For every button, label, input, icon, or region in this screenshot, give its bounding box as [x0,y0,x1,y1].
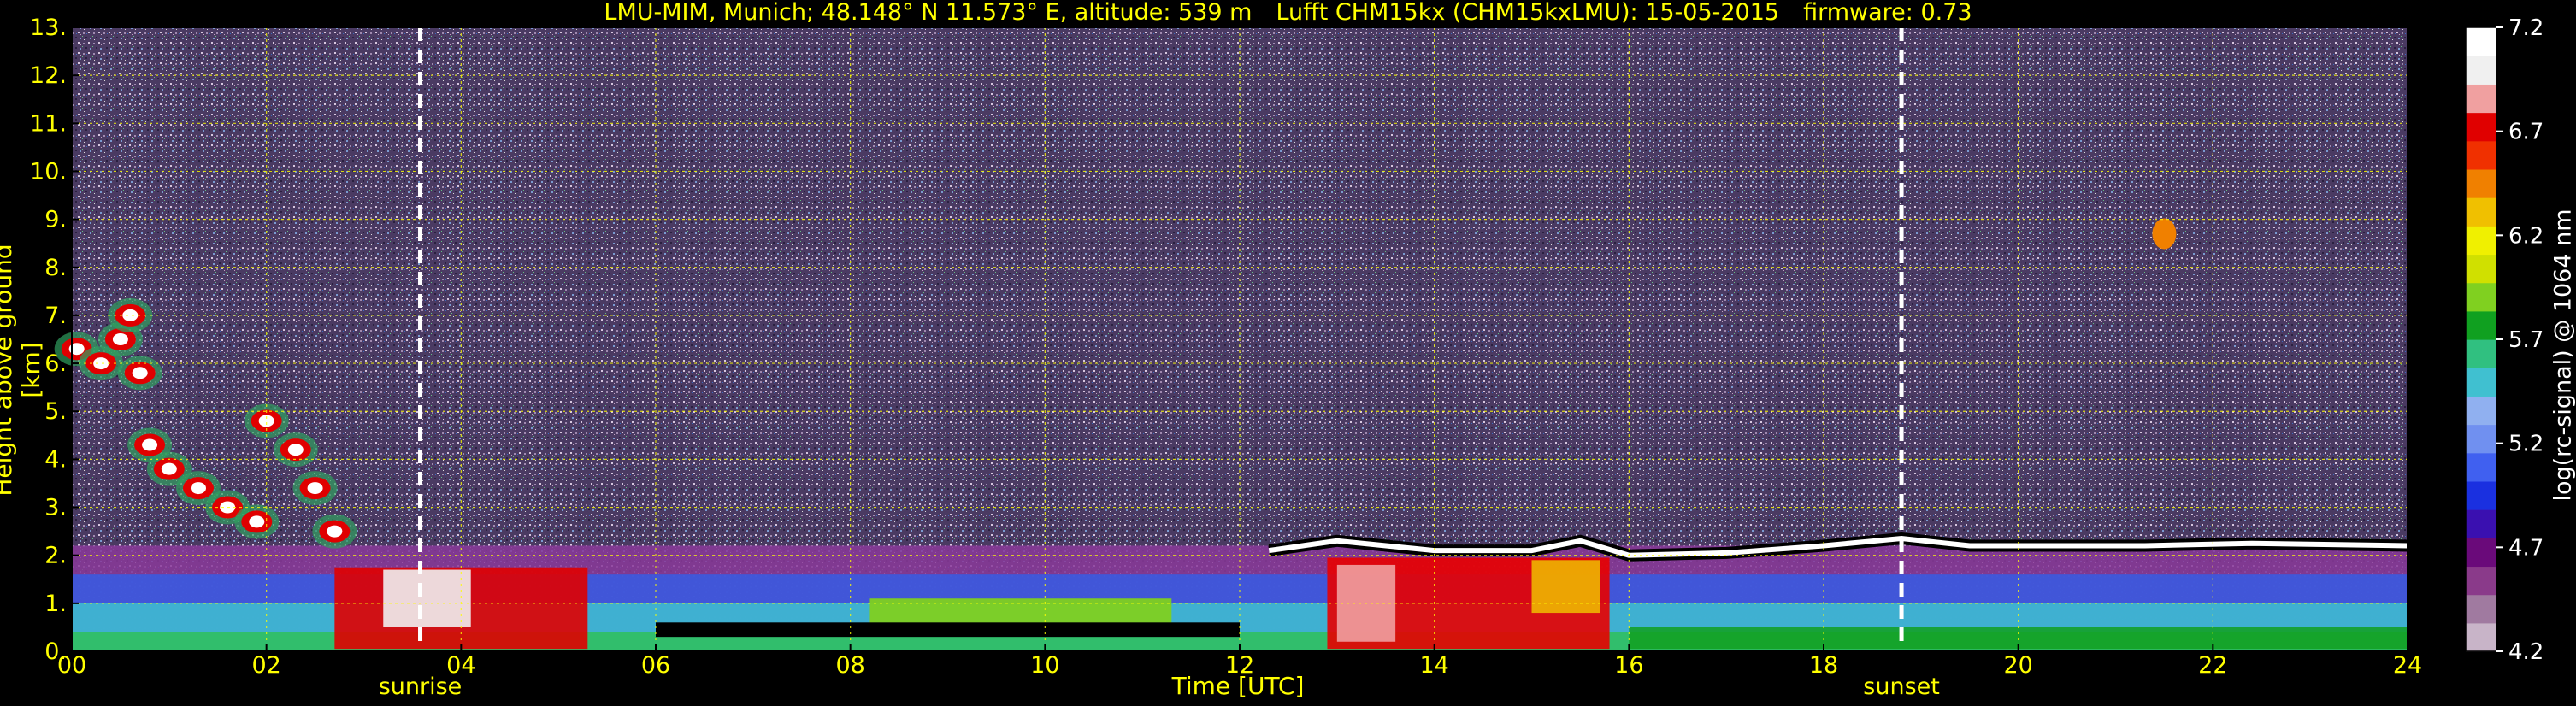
y-tick-label: 0. [44,638,67,665]
x-tick-label: 18 [1809,652,1838,679]
colorbar-tick-label: 6.2 [2508,223,2544,249]
cloud-peak [327,525,343,538]
cloud-peak [161,462,177,475]
colorbar-swatch [2466,452,2496,482]
y-tick-label: 8. [44,255,67,281]
colorbar-swatch [2466,168,2496,198]
colorbar-swatch [2466,396,2496,426]
y-tick-label: 6. [44,350,67,377]
y-axis-label: Height above ground [km] [0,244,45,497]
x-tick-label: 14 [1419,652,1448,679]
x-tick-label: 02 [251,652,280,679]
colorbar-swatch [2466,339,2496,368]
chart-stage: LMU-MIM, Munich; 48.148° N 11.573° E, al… [0,0,2576,706]
colorbar-tick-label: 4.7 [2508,535,2544,561]
y-tick-label: 3. [44,495,67,521]
colorbar-swatch [2466,566,2496,596]
colorbar-swatch [2466,27,2496,56]
colorbar-tick-label: 5.7 [2508,327,2544,353]
colorbar-swatch [2466,368,2496,397]
colorbar-swatch [2466,594,2496,624]
colorbar: 4.2 4.7 5.2 5.7 6.2 6.7 7.2 [2465,15,2544,665]
y-tick-label: 13. [30,15,67,41]
cloud-peak [142,438,158,451]
aerosol-layer [383,569,471,627]
cloud-peak [93,357,109,370]
x-axis-label: Time [UTC] [1171,672,1305,700]
colorbar-tick-label: 4.2 [2508,639,2544,665]
colorbar-swatch [2466,480,2496,510]
y-tick-label: 9. [44,207,67,233]
colorbar-swatch [2466,538,2496,568]
colorbar-tick-label: 6.7 [2508,120,2544,145]
cloud-peak [112,333,128,345]
y-tick-label: 1. [44,591,67,617]
cloud-peak [190,482,206,495]
colorbar-swatch [2466,254,2496,284]
colorbar-tick-label: 5.2 [2508,432,2544,457]
colorbar-swatch [2466,56,2496,85]
colorbar-swatch [2466,424,2496,454]
colorbar-swatch [2466,112,2496,142]
colorbar-swatch [2466,509,2496,538]
cloud-peak [122,309,139,321]
colorbar-swatch [2466,226,2496,256]
colorbar-swatch [2466,310,2496,340]
cloud-peak [287,444,304,456]
annotation-label-sunset: sunset [1863,674,1940,700]
x-tick-label: 16 [1614,652,1643,679]
colorbar-swatch [2466,622,2496,652]
cloud-peak [249,515,265,528]
cloud-peak [307,482,323,495]
small-cloud [2152,218,2177,250]
chart-svg: sunrise sunset 00 02 04 06 08 10 12 14 16 18 20 22 24… [30,15,2544,700]
aerosol-layer [869,598,1172,626]
aerosol-layer [1531,560,1600,614]
x-tick-label: 04 [446,652,475,679]
x-tick-label: 10 [1030,652,1059,679]
x-tick-label: 20 [2003,652,2032,679]
y-tick-label: 12. [30,62,67,89]
colorbar-swatch [2466,140,2496,170]
y-tick-label: 2. [44,543,67,569]
y-tick-label: 4. [44,446,67,473]
colorbar-tick-label: 7.2 [2508,15,2544,41]
colorbar-label: log(rc-signal) @ 1064 nm [2549,209,2576,502]
colorbar-swatch [2466,197,2496,227]
x-tick-label: 08 [835,652,864,679]
y-tick-label: 5. [44,398,67,425]
x-tick-label: 24 [2393,652,2422,679]
colorbar-swatch [2466,84,2496,114]
colorbar-swatch [2466,282,2496,312]
aerosol-layer [656,622,1240,638]
y-tick-label: 7. [44,303,67,329]
y-tick-label: 10. [30,158,67,185]
y-tick-label: 11. [30,110,67,137]
x-tick-label: 22 [2198,652,2227,679]
cloud-peak [132,367,148,379]
x-tick-label: 06 [641,652,670,679]
